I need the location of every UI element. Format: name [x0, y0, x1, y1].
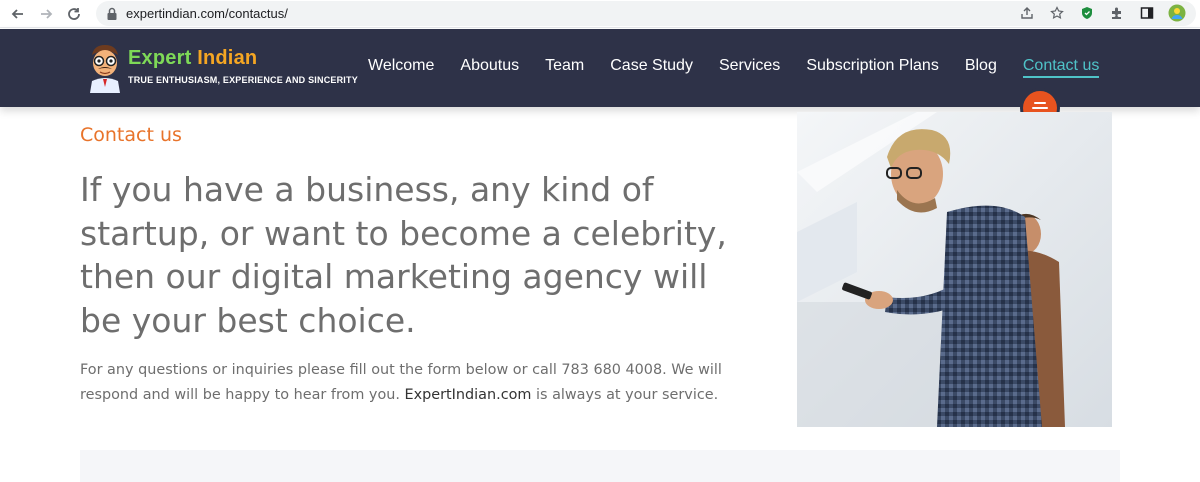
- reload-icon[interactable]: [64, 4, 84, 24]
- nav-case-study[interactable]: Case Study: [610, 57, 693, 78]
- intro-text-end: is always at your service.: [531, 387, 719, 403]
- logo-tagline: TRUE ENTHUSIASM, EXPERIENCE AND SINCERIT…: [128, 75, 358, 85]
- lock-icon[interactable]: [106, 6, 118, 20]
- nav-services[interactable]: Services: [719, 57, 780, 78]
- nav-blog[interactable]: Blog: [965, 57, 997, 78]
- url-text: expertindian.com/contactus/: [126, 6, 288, 21]
- address-bar[interactable]: expertindian.com/contactus/: [96, 1, 1196, 26]
- hero-photo-illustration: [797, 112, 1112, 427]
- site-link[interactable]: ExpertIndian.com: [405, 387, 532, 403]
- logo-brand: Expert Indian: [128, 47, 257, 70]
- brand-word-1: Expert: [128, 47, 192, 69]
- form-section-top: [80, 450, 1120, 482]
- back-arrow-icon[interactable]: [8, 4, 28, 24]
- page-headline: If you have a business, any kind of star…: [80, 170, 727, 340]
- nav-team[interactable]: Team: [545, 57, 584, 78]
- nav-aboutus[interactable]: Aboutus: [460, 57, 519, 78]
- nav-welcome[interactable]: Welcome: [368, 57, 434, 78]
- profile-avatar[interactable]: [1168, 4, 1186, 22]
- logo[interactable]: Expert Indian TRUE ENTHUSIASM, EXPERIENC…: [86, 43, 358, 95]
- nav-subscription-plans[interactable]: Subscription Plans: [806, 57, 939, 78]
- main-nav: Welcome Aboutus Team Case Study Services…: [368, 57, 1100, 78]
- forward-arrow-icon[interactable]: [36, 4, 56, 24]
- contact-intro: For any questions or inquiries please fi…: [80, 358, 740, 408]
- side-panel-icon[interactable]: [1138, 4, 1156, 22]
- site-header: Expert Indian TRUE ENTHUSIASM, EXPERIENC…: [0, 29, 1200, 107]
- share-icon[interactable]: [1018, 4, 1036, 22]
- shield-extension-icon[interactable]: [1078, 4, 1096, 22]
- section-eyebrow: Contact us: [80, 124, 182, 146]
- logo-mascot-icon: [90, 45, 120, 93]
- hero-photo: [797, 112, 1112, 427]
- browser-toolbar: expertindian.com/contactus/: [0, 0, 1200, 28]
- bookmark-star-icon[interactable]: [1048, 4, 1066, 22]
- brand-word-2: Indian: [197, 47, 258, 69]
- extensions-puzzle-icon[interactable]: [1108, 4, 1126, 22]
- nav-contact-us[interactable]: Contact us: [1022, 57, 1100, 78]
